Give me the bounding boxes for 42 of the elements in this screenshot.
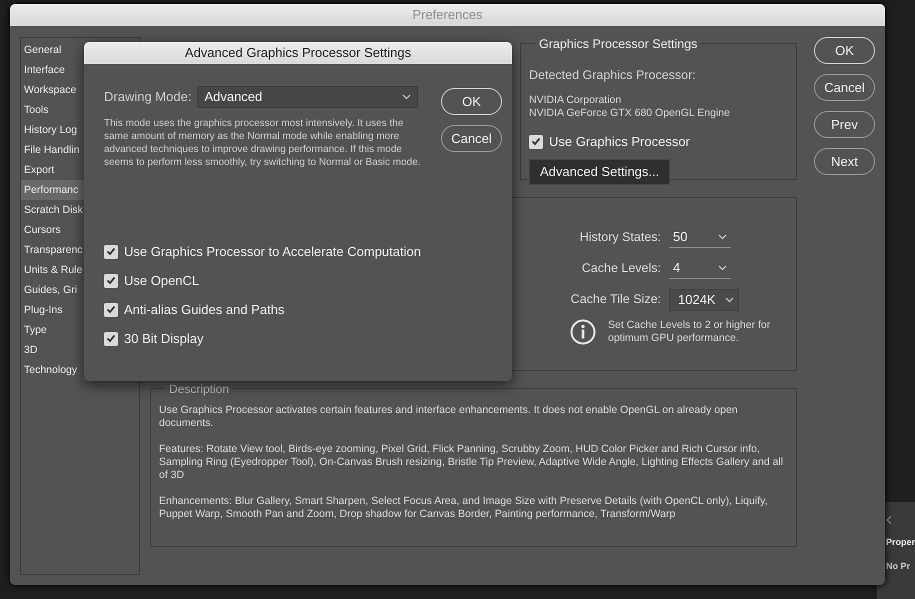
checkbox[interactable] <box>104 244 118 258</box>
checkbox-label: Use OpenCL <box>124 272 200 290</box>
checkbox[interactable] <box>104 302 118 316</box>
checkbox[interactable] <box>104 332 118 346</box>
renderer-name: NVIDIA GeForce GTX 680 OpenGL Engine <box>529 106 731 120</box>
description-text: Features: Rotate View tool, Birds-eye zooming, Pixel Grid, Flick Panning, Scrubby Zoom, HUD Color Picker and Rich Cursor info, Sampling Ring (Eyedropper Tool), On-Canvas Brush resizing, Bristle Tip Preview, Adaptive Wide Angle, Lighting Effects Gallery and all of 3D <box>159 443 784 482</box>
checkbox-label: Use Graphics Processor to Accelerate Computation <box>124 242 421 261</box>
dropdown[interactable]: 4 <box>669 258 731 278</box>
dialog-button[interactable]: Next <box>814 148 875 175</box>
mode-explanation: This mode uses the graphics processor most intensively. It uses the same amount of memory as the Normal mode while enabling more advanced techniques to improve drawing performance. If this mode seems to perform less smoothly, try switching to Normal or Basic mode. <box>104 117 422 169</box>
checkbox-label: Use Graphics Processor <box>549 132 690 151</box>
chevron-icon <box>718 234 727 240</box>
dialog-button[interactable]: OK <box>441 88 502 115</box>
description-text: Enhancements: Blur Gallery, Smart Sharpen, Select Focus Area, and Image Size with Preserve Details (with OpenCL only), Liquify, Puppet Warp, Smooth Pan and Zoom, Drop shadow for Canvas Border, Painting performance, Transform/Warp <box>159 495 768 521</box>
field-label: History States: <box>578 229 661 246</box>
chevron-icon <box>718 265 727 271</box>
dialog-button[interactable]: Cancel <box>814 74 875 101</box>
field-label: Cache Tile Size: <box>570 291 661 308</box>
vendor-name: NVIDIA Corporation <box>529 94 622 107</box>
dialog-button[interactable]: OK <box>814 37 875 64</box>
checkbox[interactable] <box>529 134 543 148</box>
dialog-button[interactable]: Prev <box>814 111 875 138</box>
field-label: Cache Levels: <box>580 260 661 278</box>
info-note: Set Cache Levels to 2 or higher for optimum GPU performance. <box>608 319 772 345</box>
dropdown[interactable]: Advanced <box>197 86 418 108</box>
field-label: Drawing Mode: <box>104 88 192 106</box>
dropdown[interactable]: 1024K <box>669 288 739 310</box>
advanced-settings-button[interactable]: Advanced Settings... <box>529 159 670 185</box>
dropdown[interactable]: 50 <box>669 228 731 248</box>
chevron-icon <box>402 94 412 100</box>
dialog-button[interactable]: Cancel <box>441 125 502 152</box>
dialog-title: Advanced Graphics Processor Settings <box>84 42 512 64</box>
checkbox-label: Anti-alias Guides and Paths <box>124 300 284 319</box>
panel-text: No Pr <box>886 560 912 572</box>
info-icon <box>570 319 596 345</box>
checkbox-label: 30 Bit Display <box>124 330 204 348</box>
description-text: Use Graphics Processor activates certain features and interface enhancements. It does not enable OpenGL on already open documents. <box>159 404 739 430</box>
detected-label: Detected Graphics Processor: <box>529 67 697 84</box>
panel-title: Proper <box>886 536 915 549</box>
checkbox[interactable] <box>104 274 118 288</box>
window-title: Preferences <box>10 4 885 26</box>
chevron-icon <box>725 296 734 302</box>
